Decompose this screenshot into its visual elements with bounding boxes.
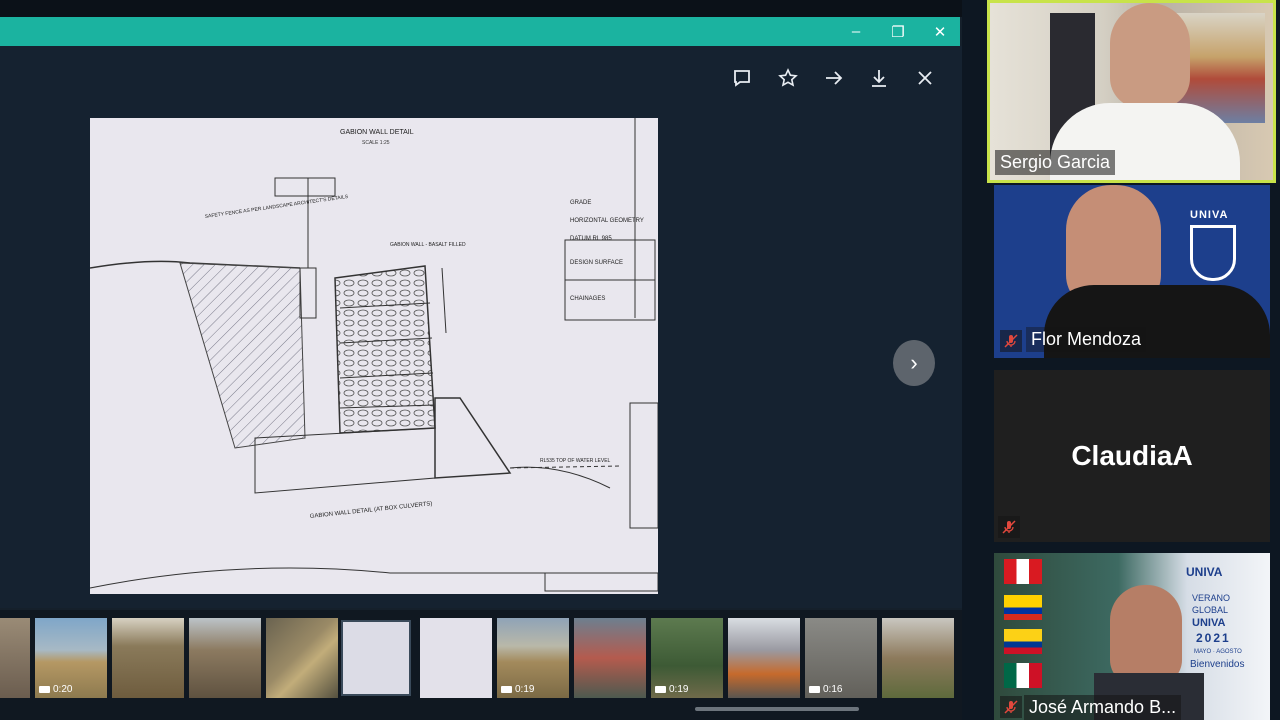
poster-line1: VERANO (1192, 593, 1231, 603)
drawing-gabion-label: GABION WALL - BASALT FILLED (390, 242, 466, 248)
thumbnail[interactable] (420, 618, 492, 698)
poster-line2: GLOBAL (1192, 605, 1229, 615)
comment-icon[interactable] (726, 62, 758, 94)
minimize-icon[interactable]: – (836, 17, 876, 46)
muted-microphone-icon (998, 516, 1020, 538)
poster-welcome: Bienvenidos (1190, 659, 1245, 670)
thumbnail[interactable] (728, 618, 800, 698)
drawing-horizontal-geometry: HORIZONTAL GEOMETRY (570, 218, 644, 224)
drawing-chainages: CHAINAGES (570, 296, 605, 302)
close-icon[interactable] (909, 62, 941, 94)
thumbnail-duration: 0:19 (515, 684, 535, 695)
drawing-section-title: GABION WALL DETAIL (AT BOX CULVERTS) (310, 501, 433, 520)
close-icon[interactable]: ✕ (920, 17, 960, 46)
star-icon[interactable] (772, 62, 804, 94)
window-titlebar: – ❐ ✕ (0, 17, 960, 46)
flag-mexico (1004, 663, 1042, 688)
next-image-button[interactable]: › (893, 340, 935, 386)
thumbnail[interactable] (112, 618, 184, 698)
univa-logo-text: UNIVA (1190, 209, 1229, 221)
participant-tile[interactable]: UNIVA Flor Mendoza (994, 185, 1270, 358)
drawing-datum: DATUM RL 985 (570, 236, 612, 242)
thumbnail-duration: 0:19 (669, 684, 689, 695)
poster-brand: UNIVA (1186, 565, 1223, 579)
thumbnail[interactable] (189, 618, 261, 698)
video-icon (655, 686, 666, 693)
flag-peru (1004, 559, 1042, 584)
drawing-safety-fence: SAFETY FENCE AS PER LANDSCAPE ARCHITECT'… (204, 194, 349, 220)
thumbnail[interactable] (266, 618, 338, 698)
thumbnail-scrollbar[interactable] (695, 707, 859, 711)
top-strip (0, 0, 962, 17)
muted-microphone-icon (1000, 330, 1022, 352)
poster-months: MAYO · AGOSTO (1194, 649, 1242, 655)
forward-icon[interactable] (818, 62, 850, 94)
drawing-water-level: RL535 TOP OF WATER LEVEL (540, 458, 611, 464)
thumbnail-duration: 0:16 (823, 684, 843, 695)
thumbnail-duration: 0:20 (53, 684, 73, 695)
participant-tile-active-speaker[interactable]: Sergio Garcia (987, 0, 1276, 183)
video-thumbnail[interactable]: 0:19 (497, 618, 569, 698)
thumbnail[interactable] (0, 618, 30, 698)
drawing-design-surface: DESIGN SURFACE (570, 260, 623, 266)
drawing-subtitle: SCALE 1:25 (362, 140, 390, 146)
participant-name: Flor Mendoza (1026, 327, 1147, 352)
thumbnail[interactable] (882, 618, 954, 698)
video-icon (501, 686, 512, 693)
participant-tile[interactable]: UNIVA VERANO GLOBAL UNIVA 2021 MAYO · AG… (994, 553, 1270, 720)
flag-ecuador (1004, 595, 1042, 620)
drawing-title: GABION WALL DETAIL (340, 129, 414, 136)
participant-name: José Armando B... (1024, 695, 1182, 720)
download-icon[interactable] (863, 62, 895, 94)
flag-colombia (1004, 629, 1042, 654)
muted-microphone-icon (1000, 696, 1022, 718)
video-thumbnail[interactable]: 0:20 (35, 618, 107, 698)
restore-icon[interactable]: ❐ (878, 17, 918, 46)
video-thumbnail[interactable]: 0:19 (651, 618, 723, 698)
poster-line3: UNIVA (1192, 617, 1226, 629)
video-icon (39, 686, 50, 693)
participant-name: Sergio Garcia (995, 150, 1116, 175)
participant-face (1110, 3, 1190, 108)
thumbnail[interactable] (574, 618, 646, 698)
participant-face (1110, 585, 1182, 685)
poster-year: 2021 (1196, 631, 1231, 645)
participant-tile[interactable]: ClaudiaA (994, 370, 1270, 542)
drawing-photo: GABION WALL DETAIL SCALE 1:25 GRADE HORI… (90, 118, 658, 594)
thumbnail[interactable] (341, 620, 411, 696)
univa-logo (1190, 225, 1236, 281)
gabion-drawing: GABION WALL DETAIL SCALE 1:25 GRADE HORI… (90, 118, 658, 592)
video-icon (809, 686, 820, 693)
participant-name: ClaudiaA (1071, 440, 1193, 471)
drawing-grade: GRADE (570, 200, 591, 206)
video-thumbnail[interactable]: 0:16 (805, 618, 877, 698)
